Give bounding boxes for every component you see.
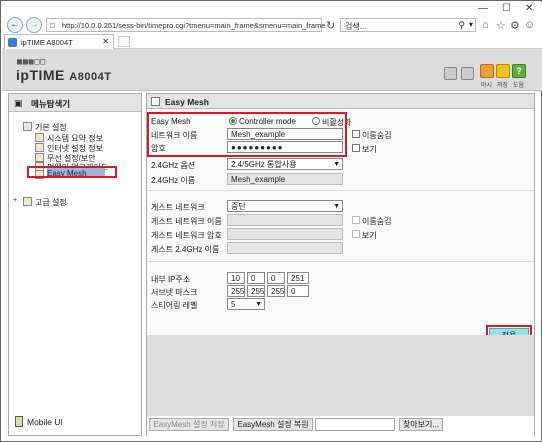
settings-gear-icon[interactable]: ⚙ (510, 19, 520, 32)
guest-hide-checkbox[interactable] (352, 216, 360, 224)
panel-icon (151, 97, 160, 106)
steering-level-select[interactable]: 5 ▼ (227, 298, 265, 310)
ip-octet-3[interactable]: 0 (267, 272, 285, 284)
ip-octet-4[interactable]: 251 (287, 272, 309, 284)
guest-network-label: 게스트 네트워크 (151, 203, 205, 212)
address-input[interactable]: □ http://10.0.0.251/sess-bin/timepro.cgi… (46, 18, 326, 32)
guest-password-input (227, 228, 343, 240)
logout-icon[interactable] (480, 64, 494, 78)
help-icon[interactable]: ? (512, 64, 526, 78)
new-tab-button[interactable] (118, 36, 130, 47)
tree-root-basic[interactable]: 기본 설정 (35, 122, 67, 133)
ip-octet-2[interactable]: 0 (247, 272, 265, 284)
show-password-label: 보기 (362, 145, 377, 154)
file-path-input[interactable] (315, 418, 395, 431)
explorer-icon: ▣ (14, 98, 23, 108)
ip-octet-1[interactable]: 10 (227, 272, 245, 284)
minimize-button[interactable]: — (478, 3, 488, 14)
internet-icon (35, 143, 44, 152)
subnet-octet-3[interactable]: 255 (267, 285, 285, 297)
tab-strip: ipTIME A8004T ✕ (2, 34, 542, 49)
router-header: ▩▩▩□□ ipTIME A8004T ? 마시 저장 도움 (2, 49, 542, 91)
divider (147, 190, 534, 191)
page-icon: □ (50, 21, 55, 30)
guest-network-select[interactable]: 중단 ▼ (227, 200, 343, 212)
lock-icon[interactable] (444, 67, 457, 80)
tree-root-advanced[interactable]: 고급 설정 (35, 197, 67, 208)
guest-24ghz-input (227, 242, 343, 254)
guest-show-label: 보기 (362, 231, 377, 240)
subnet-label: 서브넷 마스크 (151, 288, 198, 297)
mobile-icon (15, 416, 23, 427)
chevron-down-icon: ▼ (333, 161, 340, 168)
guest-name-label: 게스트 네트워크 이름 (151, 217, 222, 226)
panel-lower-area (147, 335, 534, 416)
browser-tab[interactable]: ipTIME A8004T ✕ (4, 34, 114, 49)
help-label: 도움 (513, 83, 525, 89)
dropdown-icon[interactable]: ▾ (469, 20, 473, 29)
option-24ghz-label: 2.4GHz 옵션 (151, 161, 196, 170)
subnet-octet-2[interactable]: 255 (247, 285, 265, 297)
subnet-octet-4[interactable]: 0 (287, 285, 309, 297)
easymesh-backup-bar: EasyMesh 설정 저장 EasyMesh 설정 복원 찾아보기... (147, 416, 534, 436)
menu-explorer-header: ▣ 메뉴탐색기 (9, 94, 141, 112)
hide-name-label: 이름숨김 (362, 131, 392, 140)
close-window-button[interactable]: ✕ (525, 3, 533, 14)
panel-header: Easy Mesh (147, 94, 534, 109)
browse-button[interactable]: 찾아보기... (399, 418, 443, 431)
mobile-ui-link[interactable]: Mobile UI (15, 416, 63, 427)
guest-password-label: 게스트 네트워크 암호 (151, 231, 222, 240)
maximize-button[interactable]: ☐ (502, 3, 511, 14)
internal-ip-label: 내부 IP주소 (151, 275, 191, 284)
hide-name-checkbox[interactable] (352, 130, 360, 138)
close-tab-icon[interactable]: ✕ (102, 37, 109, 46)
back-icon[interactable]: ← (7, 17, 23, 33)
chevron-down-icon: ▼ (333, 203, 340, 210)
save-config-button[interactable]: EasyMesh 설정 저장 (149, 418, 229, 431)
show-password-checkbox[interactable] (352, 144, 360, 152)
easymesh-red-highlight (27, 166, 117, 178)
favorites-star-icon[interactable]: ☆ (496, 19, 506, 32)
easymesh-settings-red-highlight (147, 112, 347, 157)
browser-window: — ☐ ✕ ← → □ http://10.0.0.251/sess-bin/t… (0, 0, 542, 442)
menu-explorer: ▣ 메뉴탐색기 기본 설정 시스템 요약 정보 인터넷 설정 정보 무선 설정/… (8, 93, 142, 436)
forward-icon[interactable]: → (26, 17, 42, 33)
save-icon[interactable] (496, 64, 510, 78)
expand-icon[interactable]: + (13, 197, 17, 204)
save-label: 저장 (497, 83, 509, 89)
guest-name-input (227, 214, 343, 226)
wireless-icon (35, 153, 44, 162)
folder-icon (23, 122, 32, 131)
divider (147, 261, 534, 262)
option-24ghz-select[interactable]: 2.4/5GHz 통합사용 ▼ (227, 158, 343, 170)
settings-form: Easy Mesh Controller mode 비활성화 네트워크 이름 M… (147, 109, 534, 346)
feedback-icon[interactable]: ☺ (524, 19, 535, 31)
advanced-folder-icon (23, 197, 32, 206)
name-24ghz-input: Mesh_example (227, 173, 343, 185)
home-icon[interactable]: ⌂ (482, 19, 489, 31)
guest-24ghz-label: 게스트 2.4GHz 이름 (151, 245, 220, 254)
address-bar-row: ← → □ http://10.0.0.251/sess-bin/timepro… (2, 16, 542, 34)
easymesh-panel: Easy Mesh Easy Mesh Controller mode 비활성화… (146, 93, 535, 436)
subnet-octet-1[interactable]: 255 (227, 285, 245, 297)
url-text: http://10.0.0.251/sess-bin/timepro.cgi?t… (62, 21, 326, 30)
summary-icon (35, 133, 44, 142)
brand-logo: ipTIME A8004T (16, 67, 112, 83)
chevron-down-icon: ▼ (255, 301, 262, 308)
network-icon[interactable] (461, 67, 474, 80)
search-icon[interactable]: ⚲ (458, 20, 465, 31)
guest-show-checkbox[interactable] (352, 230, 360, 238)
search-input[interactable]: 검색... ⚲ ▾ (340, 18, 476, 32)
steering-level-label: 스티어링 레벨 (151, 301, 198, 310)
guest-hide-label: 이름숨김 (362, 217, 392, 226)
site-favicon-icon (8, 38, 17, 47)
refresh-icon[interactable]: ↻ (326, 19, 335, 32)
restore-config-button[interactable]: EasyMesh 설정 복원 (233, 418, 313, 431)
name-24ghz-label: 2.4GHz 이름 (151, 176, 196, 185)
logo-dots-icon: ▩▩▩□□ (17, 57, 47, 66)
window-titlebar: — ☐ ✕ (2, 2, 542, 16)
logout-label: 마시 (481, 83, 493, 89)
